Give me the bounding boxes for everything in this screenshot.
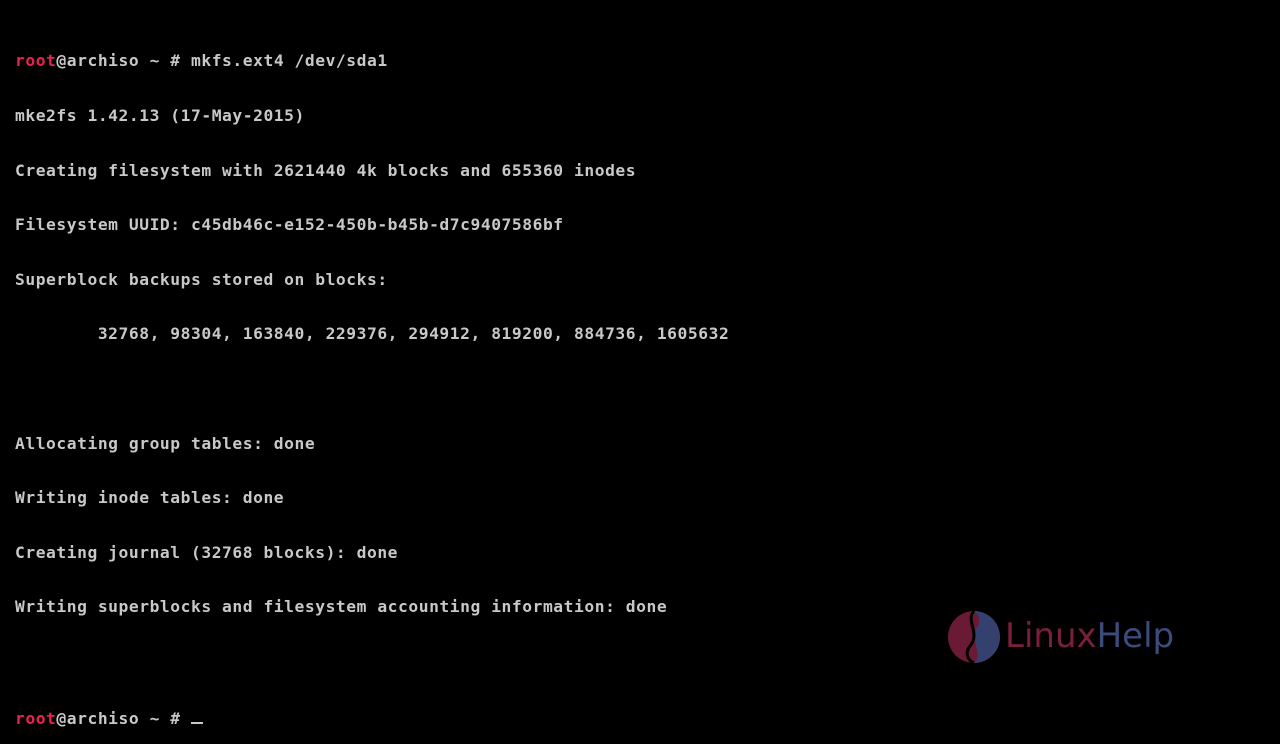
output-line: Creating filesystem with 2621440 4k bloc… xyxy=(15,160,637,180)
prompt-line[interactable]: root@archiso ~ # xyxy=(15,708,729,728)
output-line: Filesystem UUID: c45db46c-e152-450b-b45b… xyxy=(15,215,564,235)
output-line: Writing inode tables: done xyxy=(15,488,285,508)
logo-text-linux: Linux xyxy=(1005,616,1097,656)
prompt-host: @archiso ~ # xyxy=(56,708,191,728)
output-line: mke2fs 1.42.13 (17-May-2015) xyxy=(15,106,305,125)
output-line: Superblock backups stored on blocks: xyxy=(15,269,388,289)
prompt-user: root xyxy=(15,51,57,71)
linuxhelp-logo-icon xyxy=(948,609,1000,665)
output-line: Creating journal (32768 blocks): done xyxy=(15,542,399,562)
text-cursor xyxy=(191,708,203,724)
output-line: Allocating group tables: done xyxy=(15,433,316,453)
terminal[interactable]: root@archiso ~ # mkfs.ext4 /dev/sda1 mke… xyxy=(15,16,729,744)
linuxhelp-watermark: LinuxHelp xyxy=(945,608,1205,668)
prompt-user: root xyxy=(15,708,57,728)
command-text: mkfs.ext4 /dev/sda1 xyxy=(191,51,388,71)
output-line: Writing superblocks and filesystem accou… xyxy=(15,597,668,617)
prompt-host: @archiso ~ # xyxy=(56,51,191,71)
command-line: root@archiso ~ # mkfs.ext4 /dev/sda1 xyxy=(15,52,729,70)
logo-text-help: Help xyxy=(1096,616,1175,656)
output-line: 32768, 98304, 163840, 229376, 294912, 81… xyxy=(15,324,730,344)
